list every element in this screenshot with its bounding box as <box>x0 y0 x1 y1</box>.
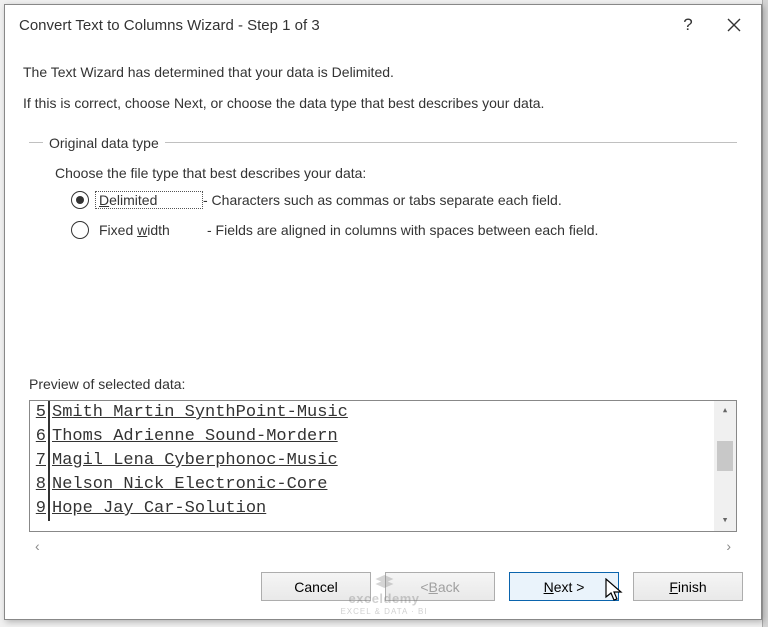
preview-row: 7Magil Lena Cyberphonoc-Music <box>32 449 712 473</box>
group-legend: Original data type <box>43 135 165 151</box>
back-button: < Back <box>385 572 495 601</box>
radio-fixed-width-desc: - Fields are aligned in columns with spa… <box>207 222 598 238</box>
preview-row: 6Thoms Adrienne Sound-Mordern <box>32 425 712 449</box>
intro-text: The Text Wizard has determined that your… <box>23 59 743 125</box>
close-button[interactable] <box>711 5 757 45</box>
spacer <box>23 251 743 372</box>
radio-delimited-label: Delimited <box>95 191 203 209</box>
radio-fixed-width-indicator <box>71 221 89 239</box>
intro-line-1: The Text Wizard has determined that your… <box>23 63 743 82</box>
radio-delimited[interactable]: Delimited - Characters such as commas or… <box>71 191 727 209</box>
titlebar: Convert Text to Columns Wizard - Step 1 … <box>5 5 761 45</box>
preview-label: Preview of selected data: <box>29 376 743 392</box>
radio-fixed-width-label: Fixed width <box>99 222 207 238</box>
scroll-thumb[interactable] <box>717 441 733 471</box>
preview-horizontal-scrollbar[interactable]: ‹ › <box>29 538 737 558</box>
close-icon <box>727 18 741 32</box>
radio-delimited-indicator <box>71 191 89 209</box>
original-data-type-group: Original data type Choose the file type … <box>29 135 737 251</box>
wizard-dialog: Convert Text to Columns Wizard - Step 1 … <box>4 4 762 620</box>
intro-line-2: If this is correct, choose Next, or choo… <box>23 94 743 113</box>
finish-button[interactable]: Finish <box>633 572 743 601</box>
help-button[interactable]: ? <box>665 5 711 45</box>
cancel-button[interactable]: Cancel <box>261 572 371 601</box>
radio-delimited-desc: - Characters such as commas or tabs sepa… <box>203 192 562 208</box>
preview-vertical-scrollbar[interactable]: ▴ ▾ <box>714 401 736 531</box>
dialog-title: Convert Text to Columns Wizard - Step 1 … <box>19 17 665 34</box>
background-app-edge <box>762 0 768 627</box>
preview-row: 5Smith Martin SynthPoint-Music <box>32 401 712 425</box>
scroll-right-icon: › <box>726 538 731 558</box>
group-prompt: Choose the file type that best describes… <box>55 165 727 181</box>
preview-row: 9Hope Jay Car-Solution <box>32 497 712 521</box>
next-button[interactable]: Next > <box>509 572 619 601</box>
scroll-left-icon: ‹ <box>35 538 40 558</box>
scroll-down-icon: ▾ <box>714 511 736 531</box>
preview-box: 5Smith Martin SynthPoint-Music 6Thoms Ad… <box>29 400 737 532</box>
button-row: Cancel < Back Next > Finish <box>5 562 761 619</box>
dialog-body: The Text Wizard has determined that your… <box>5 45 761 562</box>
preview-content: 5Smith Martin SynthPoint-Music 6Thoms Ad… <box>32 401 712 531</box>
radio-fixed-width[interactable]: Fixed width - Fields are aligned in colu… <box>71 221 727 239</box>
preview-row: 8Nelson Nick Electronic-Core <box>32 473 712 497</box>
scroll-up-icon: ▴ <box>714 401 736 421</box>
